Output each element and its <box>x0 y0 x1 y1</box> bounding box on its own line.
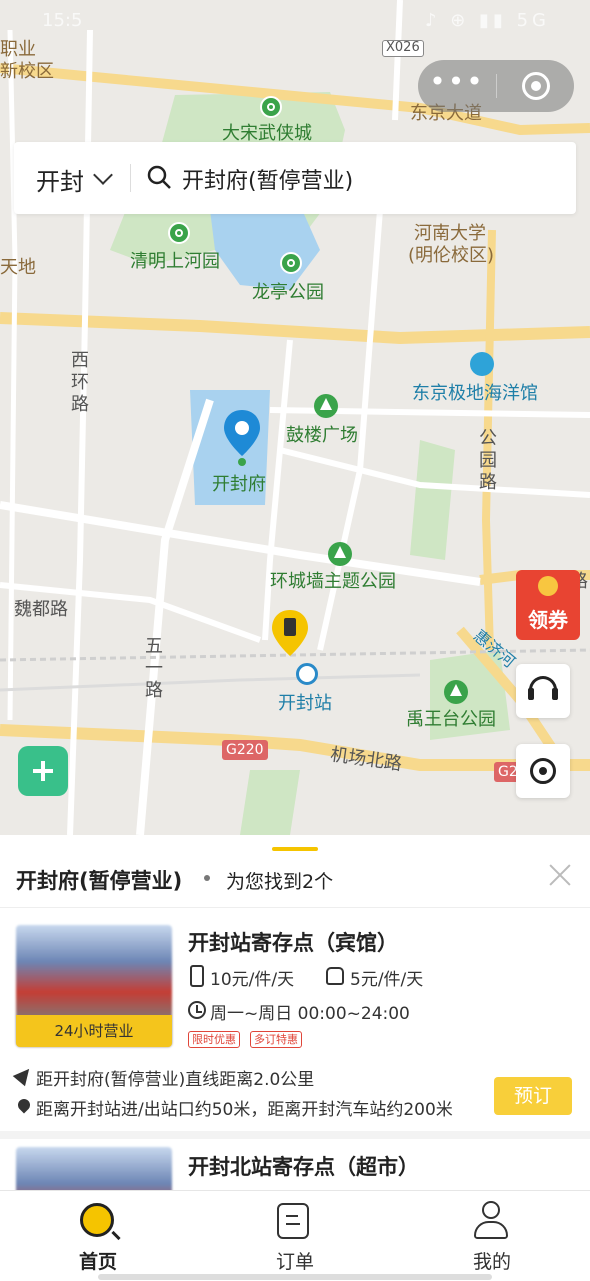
map-view[interactable]: 职业 新校区 X026 东京大道 大宋武侠城 天地 清明上河园 龙亭公园 河南大… <box>0 0 590 835</box>
map-label-city-wall-park: 环城墙主题公园 <box>270 571 396 592</box>
price-luggage: 10元/件/天 <box>210 970 295 990</box>
locate-icon <box>530 758 556 784</box>
map-label-qingming: 清明上河园 <box>130 251 220 272</box>
search-icon <box>147 165 171 189</box>
train-station-icon <box>296 663 318 685</box>
tab-orders[interactable]: 订单 <box>197 1191 393 1281</box>
sheet-title: 开封府(暂停营业) <box>16 869 183 893</box>
park-pin-icon <box>260 96 282 118</box>
map-label-drum-tower: 鼓楼广场 <box>286 425 358 446</box>
coupon-button[interactable]: 领券 <box>516 570 580 640</box>
capsule-divider <box>496 74 497 98</box>
map-label-vocational: 职业 <box>0 39 36 60</box>
map-label-gongyuan-road: 公园路 <box>479 428 497 493</box>
map-pin-icon <box>15 1096 33 1114</box>
tab-bar: 首页 订单 我的 <box>0 1190 590 1281</box>
results-sheet: 开封府(暂停营业) 为您找到2个 24小时营业 开封站寄存点（宾馆） 10元/件… <box>0 835 590 1190</box>
shield-plus-icon-bar <box>33 769 53 773</box>
headset-ear-left <box>528 688 534 700</box>
sheet-dot <box>204 875 210 881</box>
luggage-pin-icon[interactable] <box>270 610 310 658</box>
map-label-kaifeng-station: 开封站 <box>278 693 332 714</box>
book-button[interactable]: 预订 <box>494 1077 572 1115</box>
distance-text: 距开封府(暂停营业)直线距离2.0公里 <box>36 1070 315 1090</box>
miniapp-capsule: ••• <box>418 60 574 112</box>
close-icon[interactable] <box>546 861 574 889</box>
search-divider <box>130 164 131 192</box>
store-name: 开封北站寄存点（超市） <box>188 1155 419 1179</box>
map-label-longting: 龙亭公园 <box>252 282 324 303</box>
map-label-tiandi: 天地 <box>0 257 36 278</box>
map-label-ocean-park: 东京极地海洋馆 <box>412 383 538 404</box>
tab-profile[interactable]: 我的 <box>394 1191 590 1281</box>
open-24h-badge: 24小时营业 <box>16 1015 172 1047</box>
opening-hours: 周一~周日 00:00~24:00 <box>210 1004 410 1024</box>
tab-label: 我的 <box>472 1251 511 1273</box>
sheet-drag-handle[interactable] <box>272 847 318 851</box>
customer-service-button[interactable] <box>516 664 570 718</box>
map-label-weidu-road: 魏都路 <box>14 599 68 620</box>
chevron-down-icon[interactable] <box>93 165 113 185</box>
order-icon <box>277 1203 309 1239</box>
sheet-divider <box>0 907 590 908</box>
coupon-label: 领券 <box>528 608 568 632</box>
store-photo <box>16 1147 172 1190</box>
navigation-arrow-icon <box>12 1063 36 1087</box>
coin-icon <box>538 576 558 596</box>
promo-tag: 多订特惠 <box>250 1031 302 1048</box>
search-input[interactable]: 开封府(暂停营业) <box>182 163 353 195</box>
bag-icon <box>326 967 344 985</box>
promo-tag: 限时优惠 <box>188 1031 240 1048</box>
tab-label: 订单 <box>275 1251 314 1273</box>
user-icon-body <box>474 1221 508 1239</box>
map-label-kaifeng-fu: 开封府 <box>212 474 266 495</box>
tree-icon <box>314 394 338 418</box>
suitcase-icon <box>190 965 204 987</box>
tree-icon <box>444 680 468 704</box>
user-icon <box>474 1201 508 1239</box>
address-text: 距离开封站进/出站口约50米，距离开封汽车站约200米 <box>36 1100 453 1120</box>
tab-label: 首页 <box>78 1251 117 1273</box>
price-bag: 5元/件/天 <box>350 970 424 990</box>
status-icons: ♪ ⊕ ▮▮ 5G <box>425 10 550 31</box>
tab-home[interactable]: 首页 <box>0 1191 196 1281</box>
park-pin-icon <box>168 222 190 244</box>
close-target-icon[interactable] <box>522 72 550 100</box>
card-separator <box>0 1131 590 1139</box>
more-dots-icon[interactable]: ••• <box>418 60 496 112</box>
road-shield-g220: G220 <box>222 740 268 760</box>
map-label-yuwangtai: 禹王台公园 <box>406 709 496 730</box>
tree-icon <box>328 542 352 566</box>
city-selector[interactable]: 开封 <box>36 162 84 197</box>
map-label-henan-univ: 河南大学 <box>414 223 486 244</box>
clock-icon <box>188 1001 206 1019</box>
safety-shield-button[interactable] <box>18 746 68 796</box>
map-label-minglun: (明伦校区) <box>408 245 495 266</box>
status-bar: 15:5 ♪ ⊕ ▮▮ 5G <box>0 6 590 36</box>
locate-me-button[interactable] <box>516 744 570 798</box>
status-time: 15:5 <box>42 10 83 31</box>
user-icon-head <box>482 1201 500 1219</box>
map-label-wuyi-road: 五一路 <box>145 636 163 701</box>
location-pin-icon[interactable] <box>222 410 262 466</box>
map-label-new-campus: 新校区 <box>0 61 54 82</box>
result-count: 为您找到2个 <box>226 871 334 893</box>
aquarium-icon <box>470 352 494 376</box>
search-bar: 开封 开封府(暂停营业) <box>14 142 576 214</box>
park-pin-icon <box>280 252 302 274</box>
search-icon <box>80 1203 114 1237</box>
store-name: 开封站寄存点（宾馆） <box>188 931 398 955</box>
map-label-xihuan-road: 西环路 <box>71 350 89 415</box>
home-indicator <box>98 1274 492 1280</box>
map-label-road-code: X026 <box>382 40 424 57</box>
headset-ear-right <box>552 688 558 700</box>
